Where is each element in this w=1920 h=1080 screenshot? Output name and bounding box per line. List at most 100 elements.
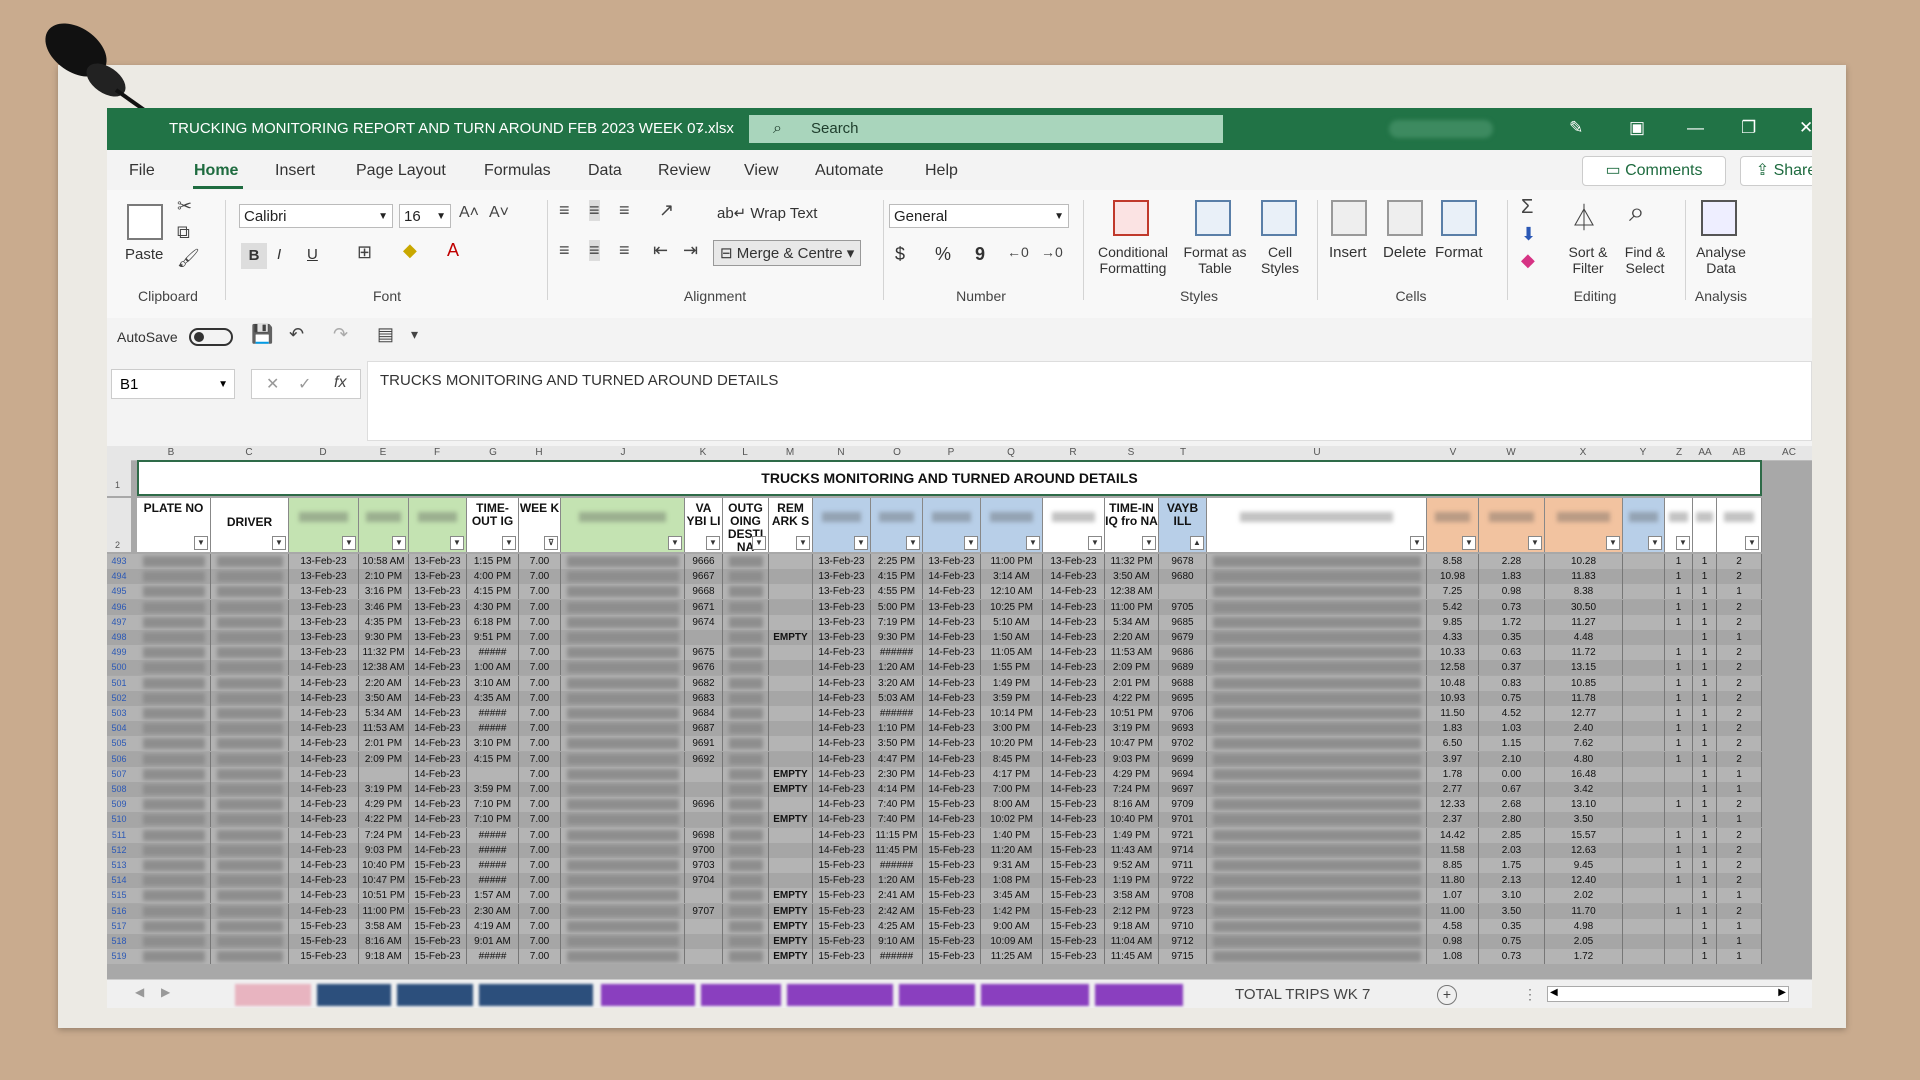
table-cell[interactable]: 1 bbox=[1665, 675, 1693, 691]
table-cell[interactable]: 4:35 AM bbox=[467, 690, 519, 706]
table-cell[interactable]: 1 bbox=[1693, 630, 1717, 645]
table-cell[interactable]: 9679 bbox=[1159, 630, 1207, 645]
table-cell[interactable]: 2 bbox=[1717, 614, 1762, 630]
table-row[interactable]: 502 14-Feb-23 3:50 AM 14-Feb-23 4:35 AM 7.00 9… bbox=[107, 690, 1762, 706]
table-cell[interactable]: 10.28 bbox=[1545, 554, 1623, 569]
filter-button[interactable]: ▼ bbox=[1462, 536, 1476, 550]
find-select-icon[interactable]: ⌕ bbox=[1629, 196, 1645, 229]
table-cell[interactable]: 1 bbox=[1717, 630, 1762, 645]
menu-help[interactable]: Help bbox=[925, 162, 958, 180]
table-cell[interactable]: 9711 bbox=[1159, 858, 1207, 873]
table-cell[interactable] bbox=[561, 736, 685, 752]
align-right-icon[interactable]: ≡ bbox=[619, 240, 630, 261]
row-number[interactable]: 497 bbox=[107, 615, 131, 630]
table-cell[interactable]: 14-Feb-23 bbox=[409, 766, 467, 782]
table-cell[interactable]: 14-Feb-23 bbox=[923, 584, 981, 600]
table-cell[interactable] bbox=[723, 842, 769, 858]
customize-toolbar-icon[interactable]: ▾ bbox=[411, 326, 418, 343]
table-cell[interactable]: 1.78 bbox=[1427, 766, 1479, 782]
table-cell[interactable]: 15-Feb-23 bbox=[1043, 873, 1105, 889]
table-cell[interactable] bbox=[137, 918, 211, 934]
table-cell[interactable]: 7.00 bbox=[519, 645, 561, 661]
table-cell[interactable]: 9:18 AM bbox=[359, 949, 409, 965]
table-cell[interactable]: 9708 bbox=[1159, 888, 1207, 904]
table-cell[interactable] bbox=[137, 766, 211, 782]
table-cell[interactable]: 13-Feb-23 bbox=[289, 584, 359, 600]
table-cell[interactable]: 13-Feb-23 bbox=[409, 614, 467, 630]
table-cell[interactable]: 2.80 bbox=[1479, 812, 1545, 828]
table-cell[interactable]: 15-Feb-23 bbox=[923, 934, 981, 949]
table-row[interactable]: 505 14-Feb-23 2:01 PM 14-Feb-23 3:10 PM 7.00 9… bbox=[107, 736, 1762, 752]
font-name-select[interactable]: Calibri ▼ bbox=[239, 204, 393, 228]
copy-icon[interactable]: ⧉ bbox=[177, 222, 190, 243]
table-cell[interactable] bbox=[561, 554, 685, 569]
table-cell[interactable]: 4:30 PM bbox=[467, 599, 519, 615]
table-cell[interactable]: 9685 bbox=[1159, 614, 1207, 630]
column-letter[interactable]: M bbox=[780, 447, 800, 458]
grow-font-icon[interactable]: A˄ bbox=[459, 204, 479, 222]
table-cell[interactable]: 14-Feb-23 bbox=[1043, 675, 1105, 691]
table-cell[interactable] bbox=[723, 569, 769, 585]
table-cell[interactable]: 12.77 bbox=[1545, 706, 1623, 721]
table-cell[interactable]: 11.27 bbox=[1545, 614, 1623, 630]
table-cell[interactable]: 13-Feb-23 bbox=[1043, 554, 1105, 569]
conditional-formatting-icon[interactable] bbox=[1113, 200, 1149, 236]
table-cell[interactable]: 14-Feb-23 bbox=[409, 721, 467, 737]
insert-function-icon[interactable]: fx bbox=[334, 374, 346, 392]
table-cell[interactable] bbox=[211, 675, 289, 691]
table-cell[interactable]: 15-Feb-23 bbox=[813, 873, 871, 889]
filter-button[interactable]: ▼ bbox=[906, 536, 920, 550]
table-cell[interactable] bbox=[723, 918, 769, 934]
table-cell[interactable]: 14-Feb-23 bbox=[923, 569, 981, 585]
row-number[interactable]: 515 bbox=[107, 888, 131, 903]
close-icon[interactable]: ✕ bbox=[1799, 118, 1812, 138]
table-cell[interactable]: 2.05 bbox=[1545, 934, 1623, 949]
table-cell[interactable]: 5:10 AM bbox=[981, 614, 1043, 630]
table-cell[interactable]: 7.00 bbox=[519, 949, 561, 965]
row-number[interactable]: 509 bbox=[107, 797, 131, 812]
table-cell[interactable] bbox=[1623, 812, 1665, 828]
table-row[interactable]: 496 13-Feb-23 3:46 PM 13-Feb-23 4:30 PM 7.00 9… bbox=[107, 599, 1762, 615]
table-cell[interactable]: 9723 bbox=[1159, 903, 1207, 919]
sheet-tab[interactable] bbox=[235, 984, 311, 1006]
table-cell[interactable] bbox=[1623, 554, 1665, 569]
table-cell[interactable]: 1 bbox=[1665, 858, 1693, 873]
table-cell[interactable]: 15-Feb-23 bbox=[1043, 858, 1105, 873]
table-cell[interactable]: 15-Feb-23 bbox=[409, 934, 467, 949]
column-letter[interactable]: B bbox=[161, 447, 181, 458]
table-cell[interactable]: 1 bbox=[1665, 690, 1693, 706]
table-cell[interactable]: 11:45 AM bbox=[1105, 949, 1159, 965]
table-cell[interactable]: 3:00 PM bbox=[981, 721, 1043, 737]
table-cell[interactable]: 13-Feb-23 bbox=[289, 614, 359, 630]
table-cell[interactable]: 1 bbox=[1665, 554, 1693, 569]
table-cell[interactable]: 4:22 PM bbox=[359, 812, 409, 828]
table-cell[interactable]: 1 bbox=[1665, 706, 1693, 721]
row-number[interactable]: 513 bbox=[107, 858, 131, 873]
table-cell[interactable] bbox=[1623, 630, 1665, 645]
table-cell[interactable] bbox=[561, 645, 685, 661]
table-cell[interactable] bbox=[561, 630, 685, 645]
table-cell[interactable]: ##### bbox=[467, 858, 519, 873]
table-cell[interactable]: 7.00 bbox=[519, 675, 561, 691]
table-cell[interactable]: 1 bbox=[1693, 858, 1717, 873]
table-cell[interactable] bbox=[1207, 554, 1427, 569]
table-cell[interactable]: 30.50 bbox=[1545, 599, 1623, 615]
table-cell[interactable]: 2:42 AM bbox=[871, 903, 923, 919]
fill-icon[interactable]: ⬇ bbox=[1521, 224, 1536, 245]
table-cell[interactable]: 2:20 AM bbox=[1105, 630, 1159, 645]
table-cell[interactable]: 10:40 PM bbox=[359, 858, 409, 873]
table-cell[interactable]: 9709 bbox=[1159, 797, 1207, 813]
table-cell[interactable]: 2 bbox=[1717, 660, 1762, 676]
table-cell[interactable]: 1.07 bbox=[1427, 888, 1479, 904]
table-cell[interactable]: 2 bbox=[1717, 569, 1762, 585]
table-cell[interactable]: 15-Feb-23 bbox=[1043, 903, 1105, 919]
table-cell[interactable]: 15-Feb-23 bbox=[1043, 842, 1105, 858]
table-cell[interactable]: 13-Feb-23 bbox=[923, 599, 981, 615]
table-cell[interactable]: 3:50 AM bbox=[359, 690, 409, 706]
table-cell[interactable] bbox=[1207, 842, 1427, 858]
table-cell[interactable]: 11.72 bbox=[1545, 645, 1623, 661]
table-cell[interactable]: 1 bbox=[1693, 812, 1717, 828]
table-cell[interactable]: 15-Feb-23 bbox=[409, 888, 467, 904]
increase-indent-icon[interactable]: ⇥ bbox=[683, 240, 698, 261]
table-cell[interactable] bbox=[769, 690, 813, 706]
